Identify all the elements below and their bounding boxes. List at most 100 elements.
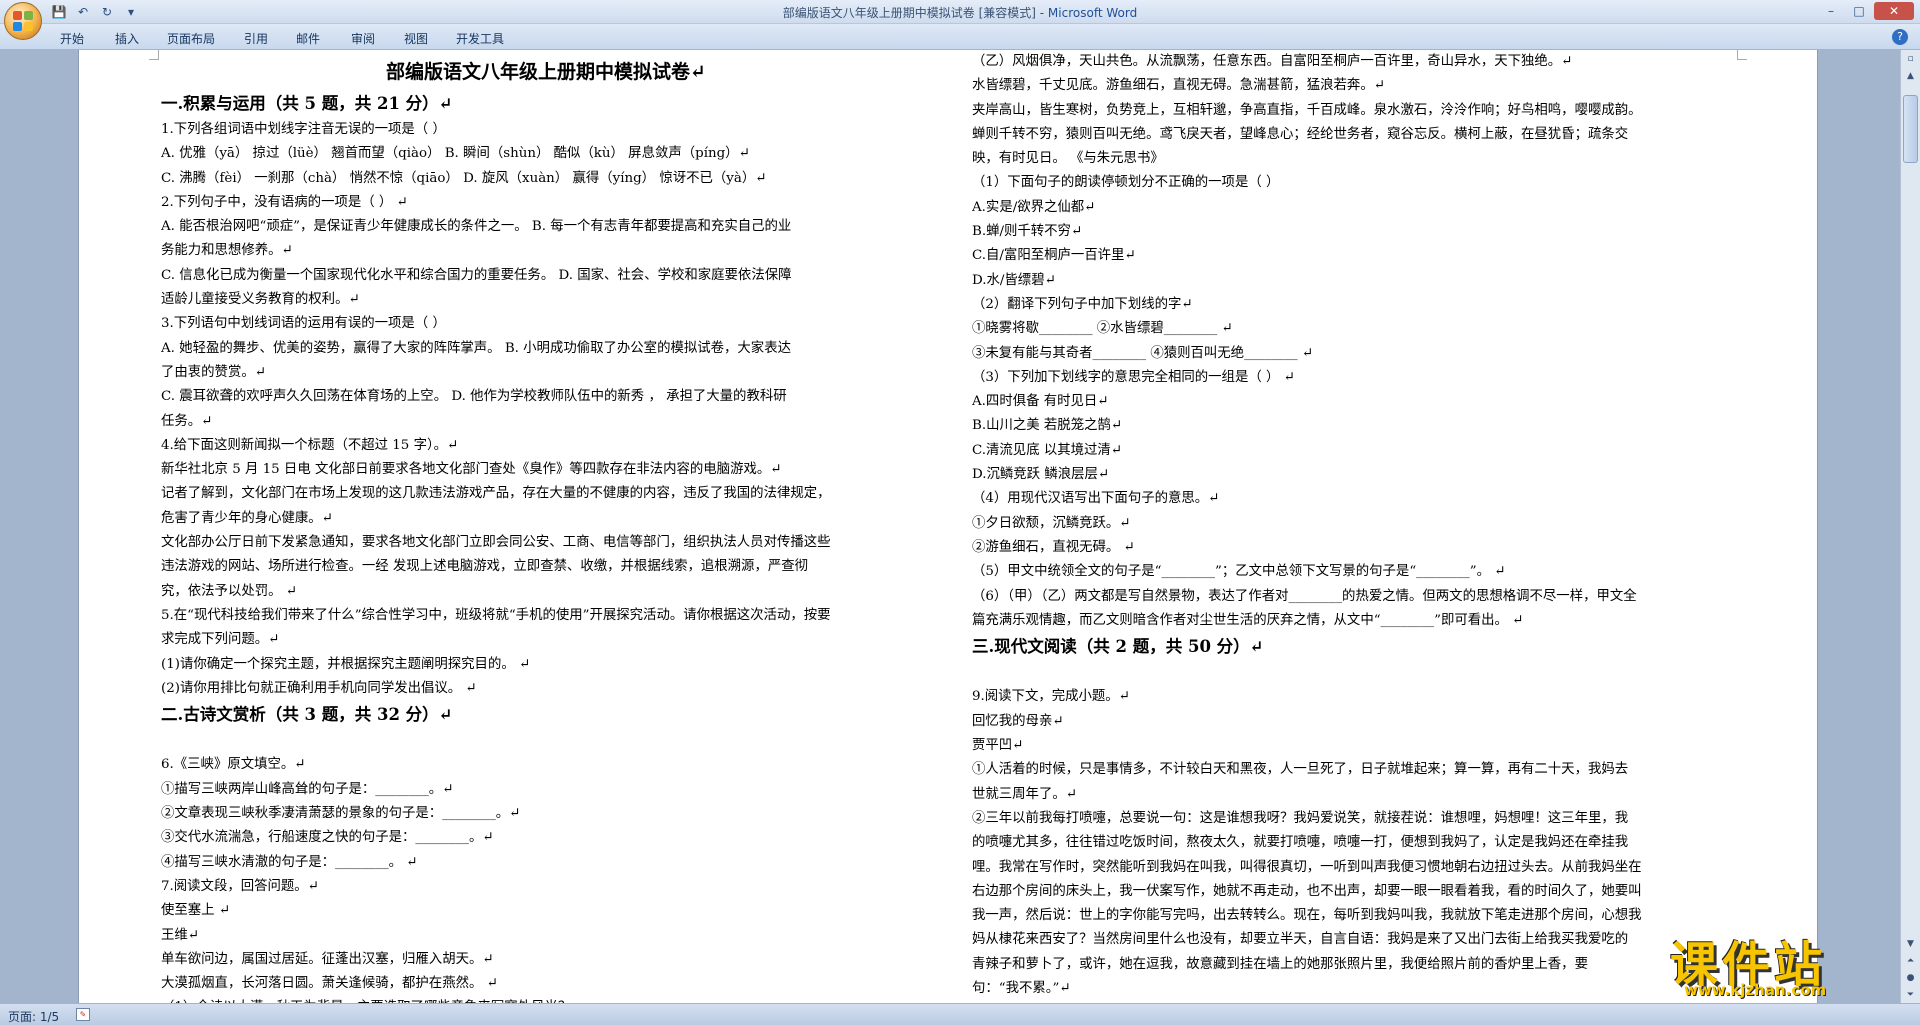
text-line: 任务。↵: [161, 413, 213, 429]
text-line: 5.在“现代科技给我们带来了什么”综合性学习中，班级将就“手机的使用”开展探究活…: [161, 607, 831, 623]
text-line: 篇充满乐观情趣，而乙文则暗含作者对尘世生活的厌弃之情，从文中“________”…: [972, 612, 1524, 628]
text-line: ②游鱼细石，直视无碍。 ↵: [972, 539, 1135, 555]
app-name: Microsoft Word: [1047, 6, 1138, 20]
text-line: 句：“我不累。”↵: [972, 980, 1071, 996]
text-line: 映，有时见日。 《与朱元思书》: [972, 151, 1164, 167]
text-line: （1）全诗以大漠、秋天为背景，主要选取了哪些意象来写塞外风光？: [161, 996, 931, 1003]
tab-home[interactable]: 开始: [60, 30, 84, 47]
tab-mailings[interactable]: 邮件: [296, 30, 320, 47]
text-line: 9.阅读下文，完成小题。↵: [972, 689, 1130, 705]
close-button[interactable]: ✕: [1874, 2, 1914, 20]
text-line: 新华社北京 5 月 15 日电 文化部日前要求各地文化部门查处《臭作》等四款存在…: [161, 462, 782, 478]
document-right-column: （乙）风烟俱净，天山共色。从流飘荡，任意东西。自富阳至桐庐一百许里，奇山异水，天…: [972, 50, 1787, 1003]
text-line: 究，依法予以处罚。 ↵: [161, 583, 297, 599]
section-heading: 三.现代文阅读（共 2 题，共 50 分）↵: [972, 637, 1264, 657]
text-line: 妈从棣花来西安了？当然房间里什么也没有，却要立半天，自言自语：我妈是来了又出门去…: [972, 932, 1629, 948]
help-icon[interactable]: ?: [1892, 29, 1908, 45]
text-line: 了由衷的赞赏。↵: [161, 364, 266, 380]
text-line: 7.阅读文段，回答问题。↵: [161, 878, 319, 894]
text-line: 水皆缥碧，千丈见底。游鱼细石，直视无碍。急湍甚箭，猛浪若奔。↵: [972, 78, 1385, 94]
maximize-button[interactable]: □: [1846, 2, 1872, 20]
text-line: ①晓雾将歇________ ②水皆缥碧________ ↵: [972, 321, 1233, 337]
status-bar: 页面: 1/5 ✎: [0, 1003, 1920, 1025]
text-line: 蝉则千转不穷，猿则百叫无绝。鸢飞戾天者，望峰息心；经纶世务者，窥谷忘反。横柯上蔽…: [972, 126, 1629, 142]
text-line: (2)请你用排比句就正确利用手机向同学发出倡议。 ↵: [161, 680, 477, 696]
text-line: 青辣子和萝卜了，或许，她在逗我，故意藏到挂在墙上的她那张照片里，我便给照片前的香…: [972, 956, 1588, 972]
text-line: ④描写三峡水清澈的句子是：________。 ↵: [161, 854, 418, 870]
tab-insert[interactable]: 插入: [115, 30, 139, 47]
text-line: 违法游戏的网站、场所进行检查。一经 发现上述电脑游戏，立即查禁、收缴，并根据线索…: [161, 559, 809, 575]
tab-developer[interactable]: 开发工具: [456, 30, 504, 47]
text-line: 记者了解到，文化部门在市场上发现的这几款违法游戏产品，存在大量的不健康的内容，违…: [161, 486, 831, 502]
text-line: 2.下列句子中，没有语病的一项是（ ） ↵: [161, 194, 408, 210]
text-line: B.蝉/则千转不穷↵: [972, 224, 1083, 240]
watermark-logo: 课件站 www.kjzhan.com: [1670, 925, 1910, 1001]
text-line: A. 能否根治网吧“顽症”，是保证青少年健康成长的条件之一。 B. 每一个有志青…: [161, 219, 792, 235]
window-controls: – □ ✕: [1818, 2, 1914, 20]
text-line: (1)请你确定一个探究主题，并根据探究主题阐明探究目的。 ↵: [161, 656, 531, 672]
text-line: B.山川之美 若脱笼之鹄↵: [972, 418, 1123, 434]
text-line: ②三年以前我每打喷嚏，总要说一句：这是谁想我呀？我妈爱说笑，就接茬说：谁想哩，妈…: [972, 810, 1629, 826]
page-indicator[interactable]: 页面: 1/5: [8, 1008, 59, 1025]
text-line: （5）甲文中统领全文的句子是“________”；乙文中总领下文写景的句子是“_…: [972, 564, 1506, 580]
text-line: （3）下列加下划线字的意思完全相同的一组是（ ） ↵: [972, 369, 1295, 385]
text-line: 哩。我常在写作时，突然能听到我妈在叫我，叫得很真切，一听到叫声我便习惯地朝右边扭…: [972, 859, 1642, 875]
text-line: 使至塞上 ↵: [161, 903, 231, 919]
tab-page-layout[interactable]: 页面布局: [167, 30, 215, 47]
text-line: ②文章表现三峡秋季凄清萧瑟的景象的句子是：________。↵: [161, 806, 521, 822]
text-line: C.清流见底 以其境过清↵: [972, 442, 1123, 458]
text-line: C. 沸腾（fèi） 一刹那（chà） 悄然不惊（qiāo） D. 旋风（xuà…: [161, 170, 767, 186]
text-line: 右边那个房间的床头上，我一伏案写作，她就不再走动，也不出声，却要一眼一眼看着我，…: [972, 883, 1642, 899]
section-heading: 一.积累与运用（共 5 题，共 21 分）↵: [161, 94, 453, 113]
document-area: 部编版语文八年级上册期中模拟试卷↵ 一.积累与运用（共 5 题，共 21 分）↵ 1…: [0, 50, 1900, 1003]
scroll-thumb[interactable]: [1903, 95, 1918, 163]
document-name: 部编版语文八年级上册期中模拟试卷 [兼容模式] -: [782, 6, 1048, 20]
tab-references[interactable]: 引用: [244, 30, 268, 47]
ribbon-tabs: 开始 插入 页面布局 引用 邮件 审阅 视图 开发工具 ?: [0, 24, 1920, 50]
office-logo-icon: [13, 11, 33, 31]
text-line: [972, 661, 1787, 685]
text-line: 夹岸高山，皆生寒树，负势竞上，互相轩邈，争高直指，千百成峰。泉水激石，泠泠作响；…: [972, 102, 1642, 118]
title-bar: 💾 ↶ ↻ ▾ 部编版语文八年级上册期中模拟试卷 [兼容模式] - Micros…: [0, 0, 1920, 24]
text-line: 我一声，然后说：世上的字你能写完吗，出去转转么。现在，每听到我妈叫我，我就放下笔…: [972, 908, 1642, 924]
tab-view[interactable]: 视图: [404, 30, 428, 47]
text-line: （4）用现代汉语写出下面句子的意思。↵: [972, 491, 1220, 507]
office-button[interactable]: [4, 2, 42, 40]
text-line: 的喷嚏尤其多，往往错过吃饭时间，熬夜太久，就要打喷嚏，喷嚏一打，便想到我妈了，认…: [972, 835, 1629, 851]
text-line: ③交代水流湍急，行船速度之快的句子是：________。↵: [161, 830, 494, 846]
text-line: 贾平凹↵: [972, 738, 1024, 754]
ruler-toggle-icon[interactable]: ▫: [1901, 50, 1920, 67]
vertical-scrollbar[interactable]: ▫ ▲ ▼ ⏶ ● ⏷: [1900, 50, 1920, 1003]
text-line: （1）下面句子的朗读停顿划分不正确的一项是（ ）: [972, 175, 1280, 191]
text-line: D.水/皆缥碧↵: [972, 272, 1056, 288]
tab-review[interactable]: 审阅: [351, 30, 375, 47]
section-heading: 二.古诗文赏析（共 3 题，共 32 分）↵: [161, 705, 453, 725]
text-line: 单车欲问边，属国过居延。征蓬出汉塞，归雁入胡天。↵: [161, 951, 494, 967]
text-line: A. 她轻盈的舞步、优美的姿势，赢得了大家的阵阵掌声。 B. 小明成功偷取了办公…: [161, 340, 791, 356]
proofing-icon[interactable]: ✎: [76, 1008, 90, 1021]
text-line: ①人活着的时候，只是事情多，不计较白天和黑夜，人一旦死了，日子就堆起来；算一算，…: [972, 762, 1629, 778]
text-line: A.实是/欲界之仙都↵: [972, 199, 1096, 215]
text-line: 回忆我的母亲↵: [972, 713, 1064, 729]
document-page[interactable]: 部编版语文八年级上册期中模拟试卷↵ 一.积累与运用（共 5 题，共 21 分）↵ 1…: [78, 50, 1818, 1003]
text-line: 世就三周年了。↵: [972, 786, 1077, 802]
scroll-up-icon[interactable]: ▲: [1901, 67, 1920, 84]
document-title: 部编版语文八年级上册期中模拟试卷↵: [386, 61, 706, 83]
text-line: 3.下列语句中划线词语的运用有误的一项是（ ）: [161, 316, 446, 332]
text-line: 适龄儿童接受义务教育的权利。↵: [161, 292, 360, 308]
minimize-button[interactable]: –: [1818, 2, 1844, 20]
text-line: A.四时俱备 有时见日↵: [972, 394, 1109, 410]
text-line: ③未复有能与其奇者________ ④猿则百叫无绝________ ↵: [972, 345, 1314, 361]
document-left-column: 部编版语文八年级上册期中模拟试卷↵ 一.积累与运用（共 5 题，共 21 分）↵ 1…: [161, 50, 931, 1003]
text-line: D.沉鳞竞跃 鳞浪层层↵: [972, 467, 1110, 483]
text-line: A. 优雅（yā） 掠过（lüè） 翘首而望（qiào） B. 瞬间（shùn）…: [161, 146, 750, 162]
text-line: 危害了青少年的身心健康。↵: [161, 510, 333, 526]
text-line: C. 震耳欲聋的欢呼声久久回荡在体育场的上空。 D. 他作为学校教师队伍中的新秀…: [161, 389, 787, 405]
text-line: 4.给下面这则新闻拟一个标题（不超过 15 字）。↵: [161, 437, 459, 453]
text-line: （乙）风烟俱净，天山共色。从流飘荡，任意东西。自富阳至桐庐一百许里，奇山异水，天…: [972, 54, 1573, 69]
text-line: 求完成下列问题。↵: [161, 632, 280, 648]
margin-mark: [149, 50, 159, 60]
text-line: 大漠孤烟直，长河落日圆。萧关逢候骑，都护在燕然。 ↵: [161, 976, 498, 992]
window-title: 部编版语文八年级上册期中模拟试卷 [兼容模式] - Microsoft Word: [0, 4, 1920, 21]
text-line: 1.下列各组词语中划线字注音无误的一项是（ ）: [161, 122, 446, 137]
